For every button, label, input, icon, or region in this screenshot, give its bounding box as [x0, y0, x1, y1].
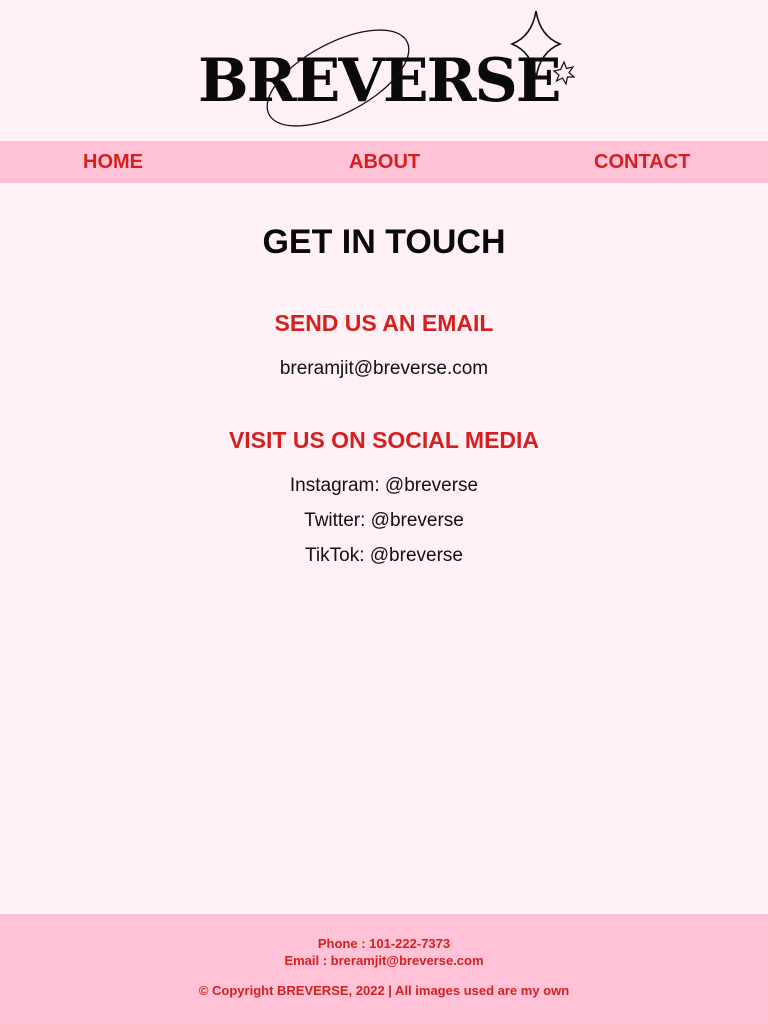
contact-email-address: breramjit@breverse.com	[279, 358, 489, 379]
footer-email: Email : breramjit@breverse.com	[284, 953, 484, 968]
contact-page: BREVERSE HOME ABOUT CONTACT GET IN TOUCH…	[0, 0, 768, 1024]
social-instagram: Instagram: @breverse	[289, 475, 479, 496]
footer-copyright: © Copyright BREVERSE, 2022 | All images …	[198, 983, 570, 998]
social-twitter: Twitter: @breverse	[304, 510, 464, 531]
main-nav: HOME ABOUT CONTACT	[0, 141, 768, 183]
logo-decoration-icon	[266, 10, 576, 127]
nav-home-link[interactable]: HOME	[83, 141, 143, 183]
nav-contact-link[interactable]: CONTACT	[594, 141, 690, 183]
social-section-heading: VISIT US ON SOCIAL MEDIA	[228, 427, 540, 453]
footer-phone: Phone : 101-222-7373	[317, 936, 451, 951]
email-section-heading: SEND US AN EMAIL	[274, 310, 494, 336]
social-tiktok: TikTok: @breverse	[305, 545, 463, 566]
page-title: GET IN TOUCH	[262, 223, 506, 261]
site-footer: Phone : 101-222-7373 Email : breramjit@b…	[0, 914, 768, 1024]
nav-about-link[interactable]: ABOUT	[349, 141, 420, 183]
site-header: BREVERSE	[0, 0, 768, 141]
